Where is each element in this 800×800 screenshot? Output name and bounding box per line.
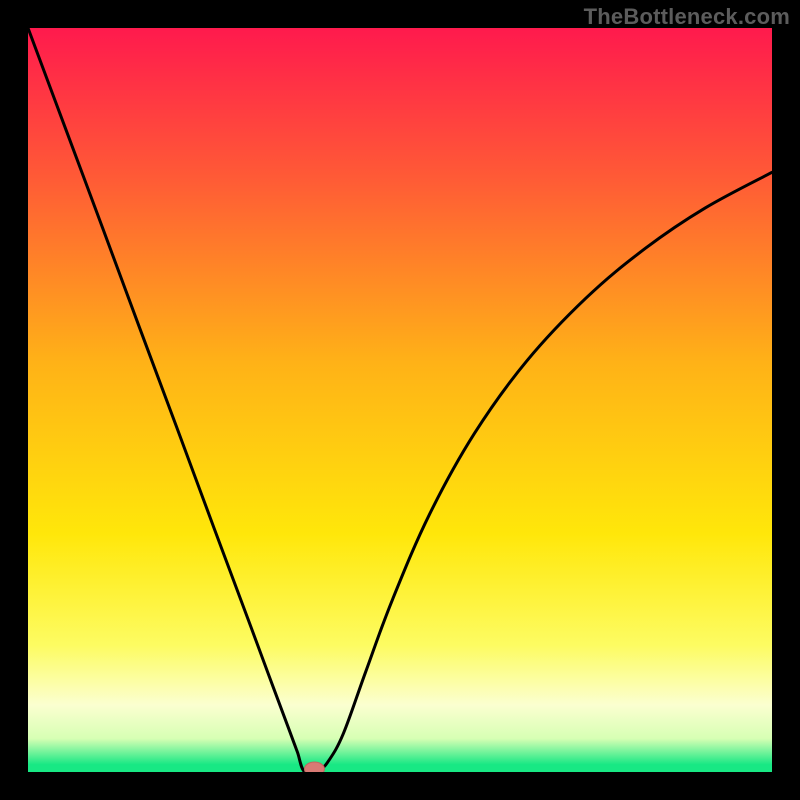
chart-frame: TheBottleneck.com xyxy=(0,0,800,800)
plot-area xyxy=(28,28,772,772)
watermark-text: TheBottleneck.com xyxy=(584,4,790,30)
optimal-marker xyxy=(304,762,324,772)
gradient-background xyxy=(28,28,772,772)
bottleneck-chart xyxy=(28,28,772,772)
